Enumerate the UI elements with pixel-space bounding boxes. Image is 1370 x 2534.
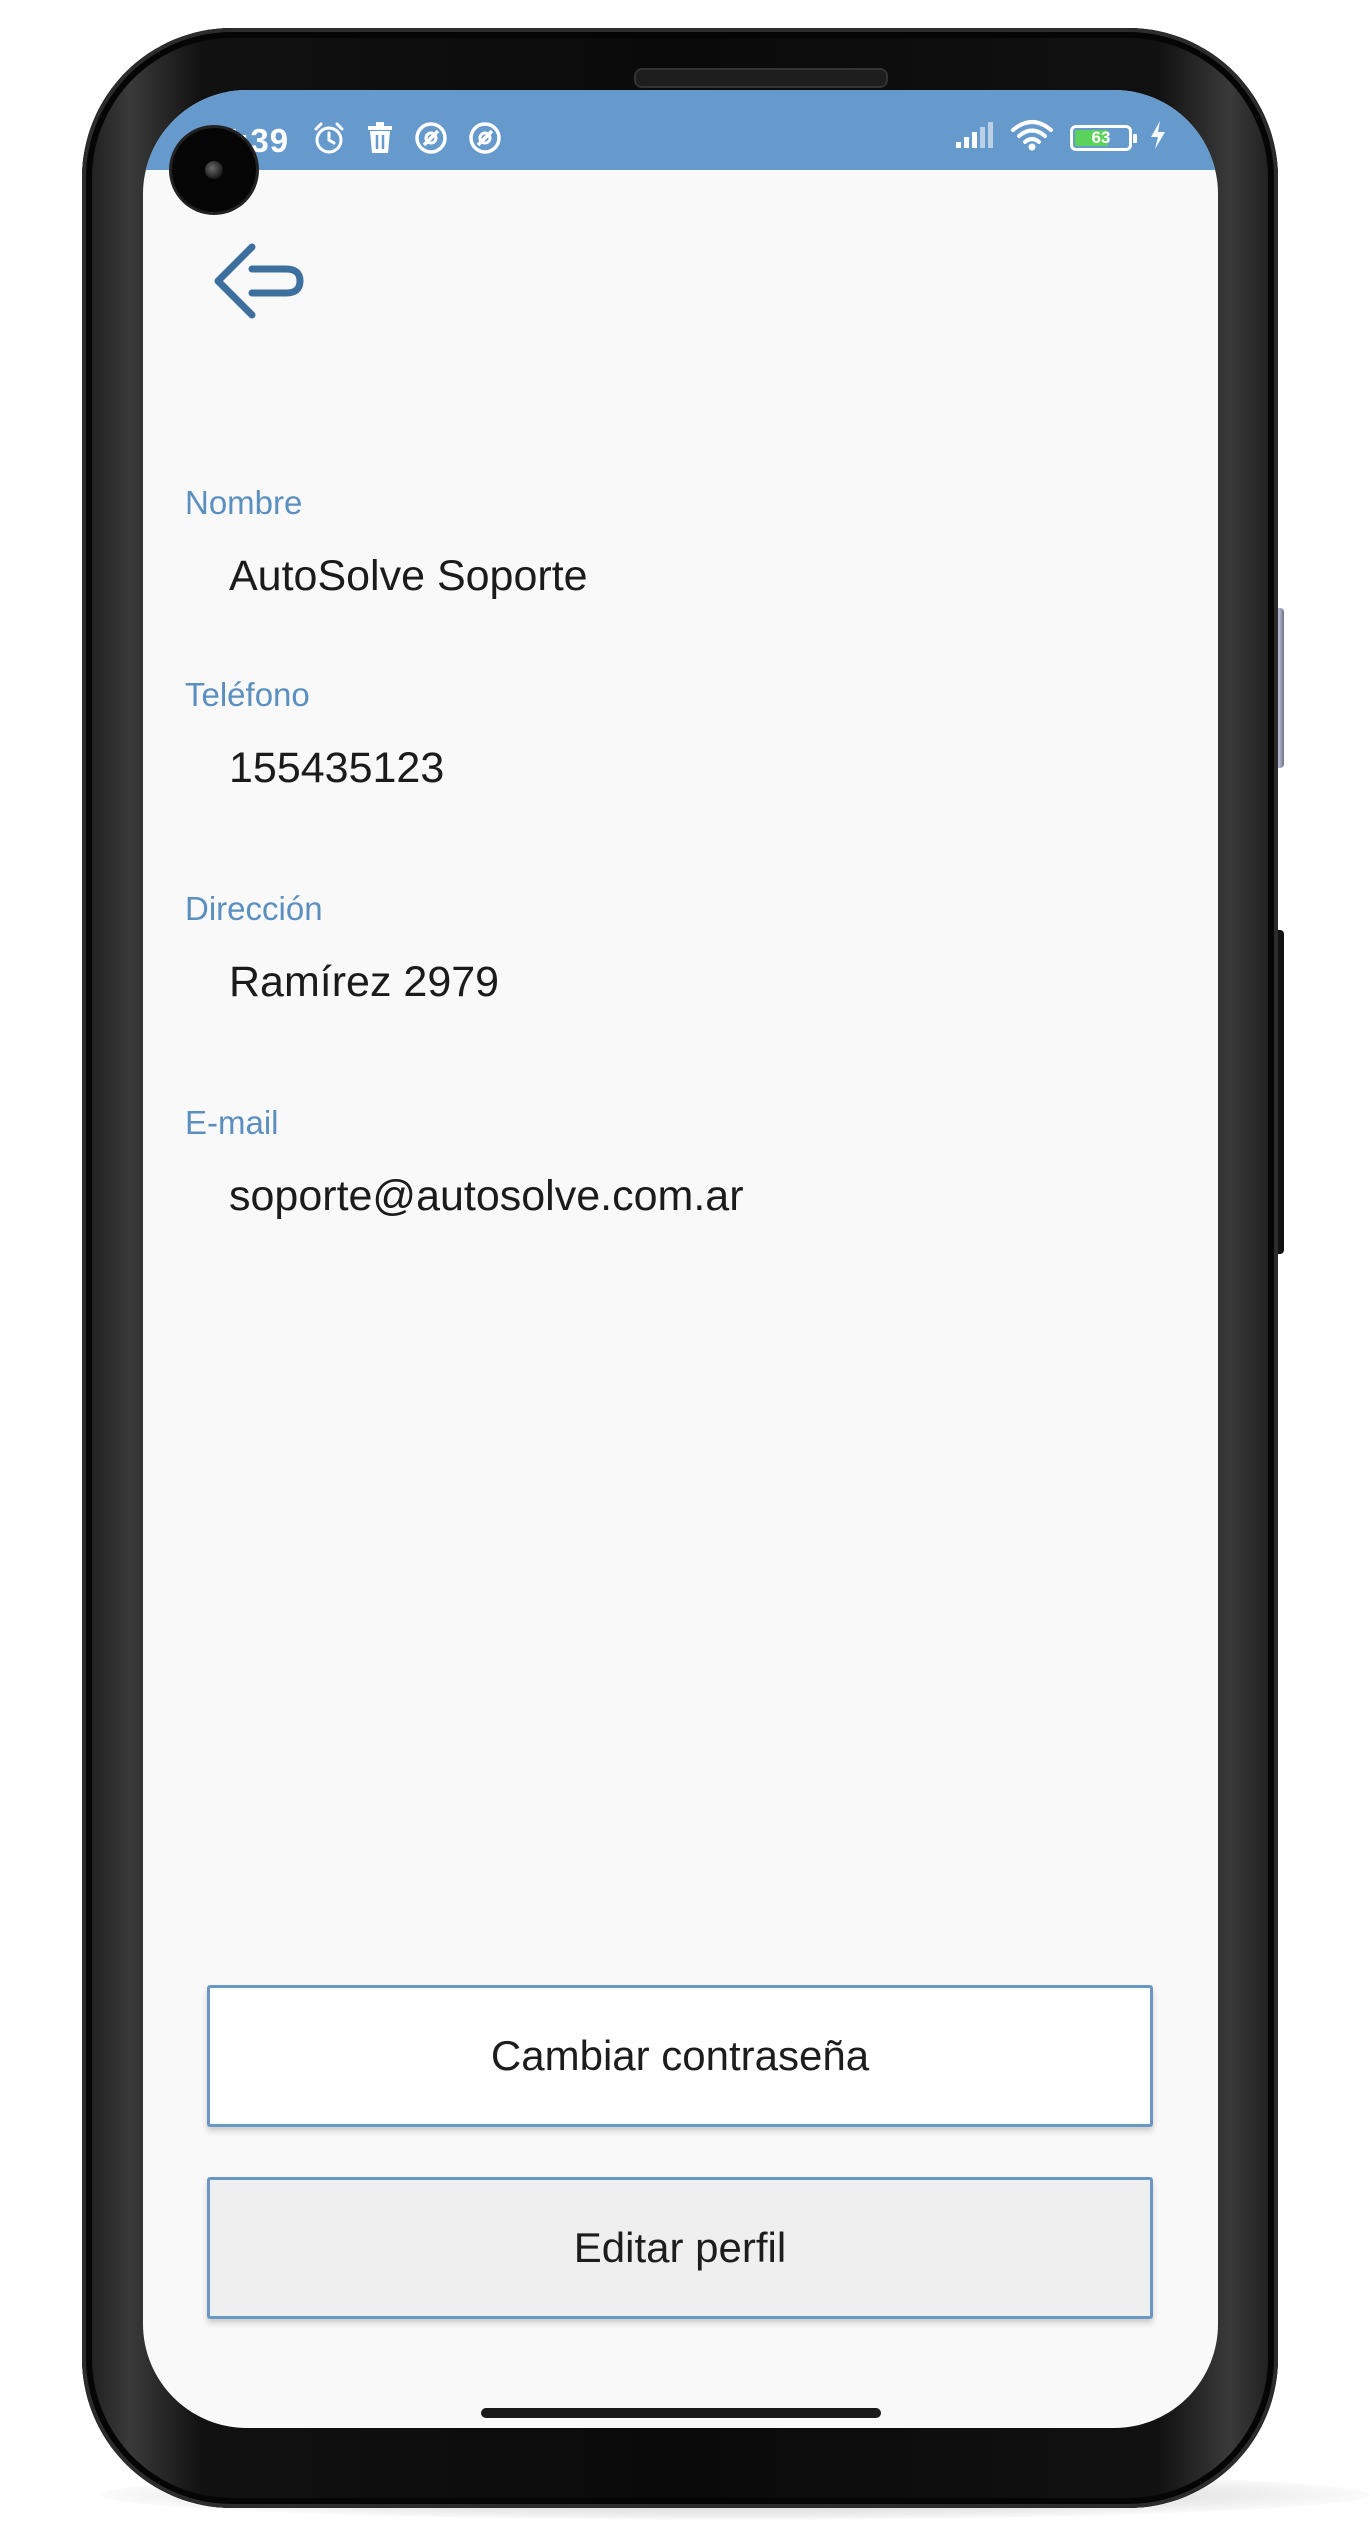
battery-level: 63 xyxy=(1091,127,1111,147)
notification-icons xyxy=(311,120,503,161)
wifi-icon xyxy=(1010,118,1054,157)
back-button[interactable] xyxy=(203,230,313,340)
field-label-email: E-mail xyxy=(185,1104,279,1141)
trash-icon xyxy=(365,120,395,161)
field-value-telefono: 155435123 xyxy=(229,744,445,792)
battery-icon: 63 xyxy=(1070,124,1137,151)
battery-tip xyxy=(1133,133,1137,143)
stage: 7:39 63 Nombre AutoSolve Soporte Teléfon… xyxy=(0,0,1370,2534)
earpiece-speaker xyxy=(634,68,888,88)
status-bar: 7:39 63 xyxy=(143,90,1218,170)
field-value-direccion: Ramírez 2979 xyxy=(229,958,500,1006)
edit-profile-button[interactable]: Editar perfil xyxy=(207,2177,1153,2319)
field-label-direccion: Dirección xyxy=(185,890,323,927)
field-label-nombre: Nombre xyxy=(185,484,303,521)
field-label-telefono: Teléfono xyxy=(185,676,310,713)
field-email: E-mail soporte@autosolve.com.ar xyxy=(185,1106,1175,1218)
arrow-left-icon xyxy=(208,233,308,338)
field-telefono: Teléfono 155435123 xyxy=(185,678,1175,790)
sync-icon xyxy=(413,120,449,161)
sync-icon xyxy=(467,120,503,161)
change-password-button[interactable]: Cambiar contraseña xyxy=(207,1985,1153,2127)
system-icons: 63 xyxy=(954,118,1168,157)
field-value-nombre: AutoSolve Soporte xyxy=(229,552,588,600)
field-direccion: Dirección Ramírez 2979 xyxy=(185,892,1175,1004)
charging-icon xyxy=(1148,120,1168,155)
alarm-icon xyxy=(311,120,347,161)
signal-icon xyxy=(954,120,994,155)
app-screen: 7:39 63 Nombre AutoSolve Soporte Teléfon… xyxy=(143,90,1218,2428)
field-nombre: Nombre AutoSolve Soporte xyxy=(185,486,1175,598)
home-indicator[interactable] xyxy=(481,2408,881,2418)
field-value-email: soporte@autosolve.com.ar xyxy=(229,1172,744,1220)
front-camera xyxy=(172,128,256,212)
